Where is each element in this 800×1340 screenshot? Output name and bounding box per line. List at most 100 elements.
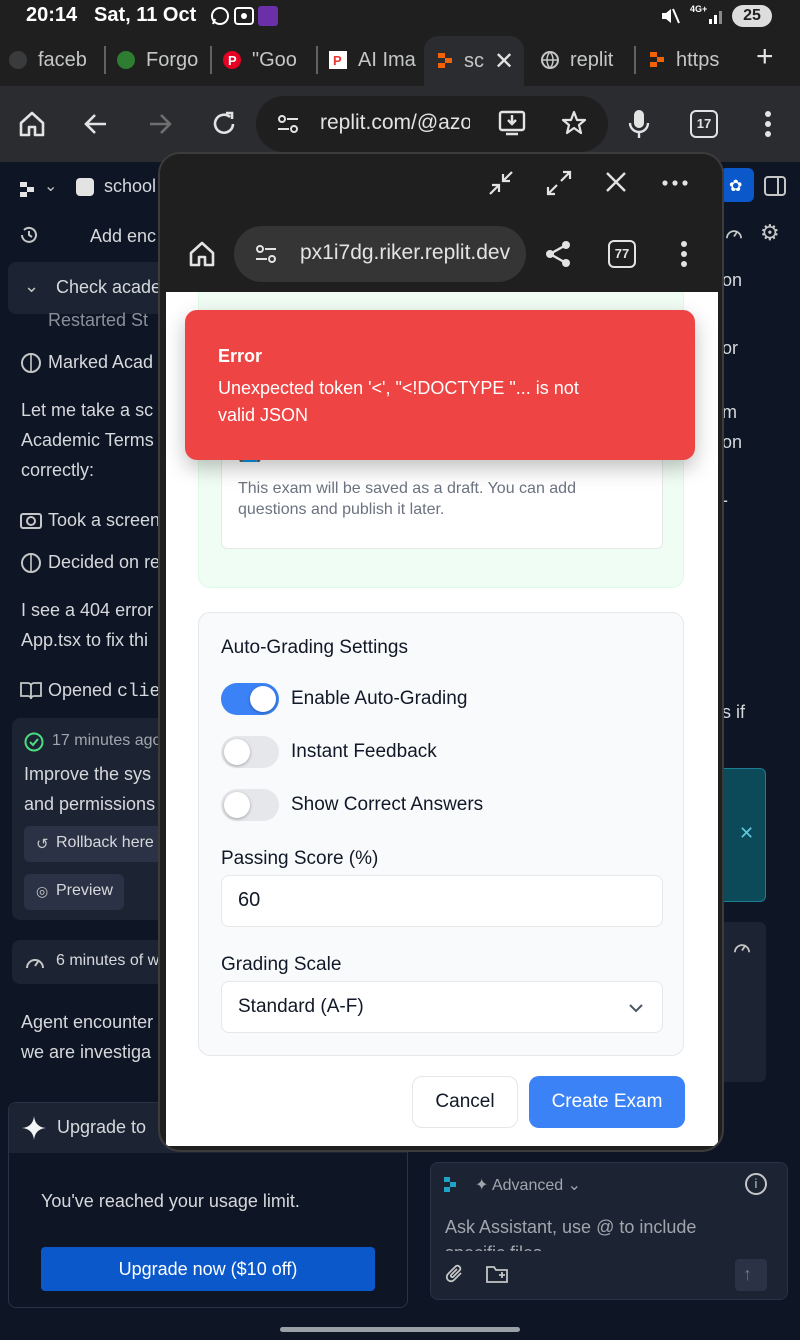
toggle-label: Show Correct Answers — [291, 794, 484, 815]
add-folder-icon[interactable] — [485, 1263, 509, 1285]
auto-grading-section: Auto-Grading Settings Enable Auto-Gradin… — [198, 612, 684, 1056]
preview-icon: ◎ — [36, 883, 49, 899]
browser-tab[interactable]: P "Goo — [222, 42, 318, 78]
settings-gear-icon[interactable]: ⚙ — [760, 220, 780, 246]
browser-tab[interactable]: https — [648, 42, 740, 78]
browser-tab-active[interactable]: sc ✕ — [424, 36, 524, 86]
toggle-label: Enable Auto-Grading — [291, 688, 468, 709]
new-tab-button[interactable]: + — [756, 40, 774, 74]
gesture-navigation-bar[interactable] — [280, 1327, 520, 1332]
minimize-icon[interactable] — [488, 170, 514, 196]
more-menu-icon[interactable] — [680, 240, 688, 268]
check-step-card[interactable]: ⌄ Check acade — [8, 262, 168, 314]
error-toast[interactable]: Error Unexpected token '<', "<!DOCTYPE "… — [185, 310, 695, 460]
svg-text:P: P — [333, 53, 342, 68]
replit-icon — [436, 51, 454, 71]
mute-icon — [660, 7, 680, 25]
instant-feedback-toggle[interactable] — [221, 736, 279, 768]
assistant-text-fragment: m — [722, 402, 737, 422]
error-message: Unexpected token '<', "<!DOCTYPE "... is… — [218, 378, 579, 398]
browser-tab[interactable]: faceb — [8, 42, 106, 78]
home-icon[interactable] — [18, 110, 46, 138]
browser-tab[interactable]: P AI Ima — [328, 42, 418, 78]
passing-score-label: Passing Score (%) — [221, 848, 379, 869]
tab-switcher-button[interactable]: 77 — [608, 240, 636, 268]
upgrade-button[interactable]: Upgrade now ($10 off) — [41, 1247, 375, 1291]
rollback-button[interactable]: ↺ Rollback here — [24, 826, 172, 862]
screenshot-icon — [234, 7, 254, 25]
grading-scale-select[interactable]: Standard (A-F) — [221, 981, 663, 1033]
sparkle-icon — [21, 1115, 47, 1141]
assistant-text-fragment: on — [722, 270, 743, 290]
p-logo-icon: P — [328, 50, 348, 70]
ai-button[interactable]: ✿ — [720, 168, 754, 202]
brain-icon — [20, 552, 42, 574]
browser-tab[interactable]: Forgo — [116, 42, 212, 78]
close-icon[interactable] — [604, 170, 628, 194]
screenshot-step: Took a screen — [48, 510, 161, 530]
usage-limit-message: You've reached your usage limit. — [41, 1191, 300, 1211]
back-icon[interactable] — [82, 110, 110, 138]
paperclip-icon[interactable] — [445, 1263, 465, 1285]
restarted-step: Restarted St — [48, 310, 149, 326]
site-settings-icon[interactable] — [254, 242, 278, 266]
close-icon[interactable]: ✕ — [739, 823, 754, 844]
assistant-text-fragment: on — [722, 432, 743, 452]
assistant-input-box[interactable]: ✦ Advanced ⌄ i Ask Assistant, use @ to i… — [430, 1162, 788, 1300]
preview-button[interactable]: ◎ Preview — [24, 874, 124, 910]
reload-icon[interactable] — [210, 110, 238, 138]
agent-message-line: I see a 404 error — [21, 600, 154, 620]
history-icon: ↺ — [36, 836, 49, 853]
error-message: valid JSON — [218, 405, 309, 425]
speedometer-icon[interactable] — [724, 224, 744, 240]
cancel-button[interactable]: Cancel — [412, 1076, 518, 1128]
toggle-label: Instant Feedback — [291, 741, 437, 762]
popup-address-bar[interactable]: px1i7dg.riker.replit.dev — [234, 226, 526, 282]
browser-tab[interactable]: replit — [540, 42, 636, 78]
whatsapp-icon — [210, 6, 230, 26]
microphone-icon[interactable] — [624, 108, 654, 140]
facebook-icon — [8, 50, 28, 70]
error-title: Error — [218, 346, 263, 366]
replit-logo-icon[interactable] — [20, 180, 38, 198]
bookmark-star-icon[interactable] — [561, 110, 587, 136]
info-icon[interactable]: i — [745, 1173, 767, 1195]
agent-status-line: we are investiga — [21, 1042, 152, 1062]
check-circle-icon — [24, 732, 44, 752]
split-view-icon[interactable] — [764, 176, 786, 196]
more-menu-icon[interactable] — [764, 110, 772, 138]
forward-icon[interactable] — [146, 110, 174, 138]
tab-switcher-button[interactable]: 17 — [690, 110, 718, 138]
speedometer-icon — [732, 938, 752, 954]
show-correct-answers-toggle[interactable] — [221, 789, 279, 821]
add-task-label[interactable]: Add enc — [90, 226, 156, 247]
history-icon[interactable] — [18, 224, 40, 246]
site-settings-icon[interactable] — [276, 112, 300, 136]
create-exam-button[interactable]: Create Exam — [529, 1076, 685, 1128]
share-icon[interactable] — [544, 240, 572, 268]
network-type: 4G+ — [690, 4, 708, 14]
install-app-icon[interactable] — [498, 109, 526, 137]
project-name[interactable]: school — [104, 176, 156, 197]
home-icon[interactable] — [188, 240, 216, 268]
status-time: 20:14 — [26, 4, 78, 26]
check-step-label: Check acade — [56, 277, 162, 297]
arrow-up-icon: ↑ — [743, 1264, 752, 1284]
maximize-icon[interactable] — [546, 170, 572, 196]
advanced-mode-dropdown[interactable]: ✦ Advanced ⌄ — [475, 1175, 581, 1195]
chevron-down-icon: ⌄ — [24, 276, 40, 296]
passing-score-input[interactable]: 60 — [221, 875, 663, 927]
grading-scale-label: Grading Scale — [221, 954, 342, 975]
assistant-text-fragment: s if — [722, 702, 746, 722]
send-button[interactable]: ↑ — [735, 1259, 767, 1291]
enable-auto-grading-toggle[interactable] — [221, 683, 279, 715]
svg-text:P: P — [228, 53, 237, 68]
side-card — [720, 922, 766, 1082]
leaf-icon — [116, 50, 136, 70]
replit-agent-icon — [443, 1175, 459, 1195]
more-horizontal-icon[interactable] — [662, 180, 688, 186]
browser-tab-strip: faceb Forgo P "Goo P AI Ima sc ✕ replit … — [0, 32, 800, 86]
close-tab-icon[interactable]: ✕ — [494, 47, 514, 76]
address-bar[interactable]: replit.com/@azo — [256, 96, 608, 152]
chevron-down-icon[interactable]: ⌄ — [44, 176, 57, 196]
